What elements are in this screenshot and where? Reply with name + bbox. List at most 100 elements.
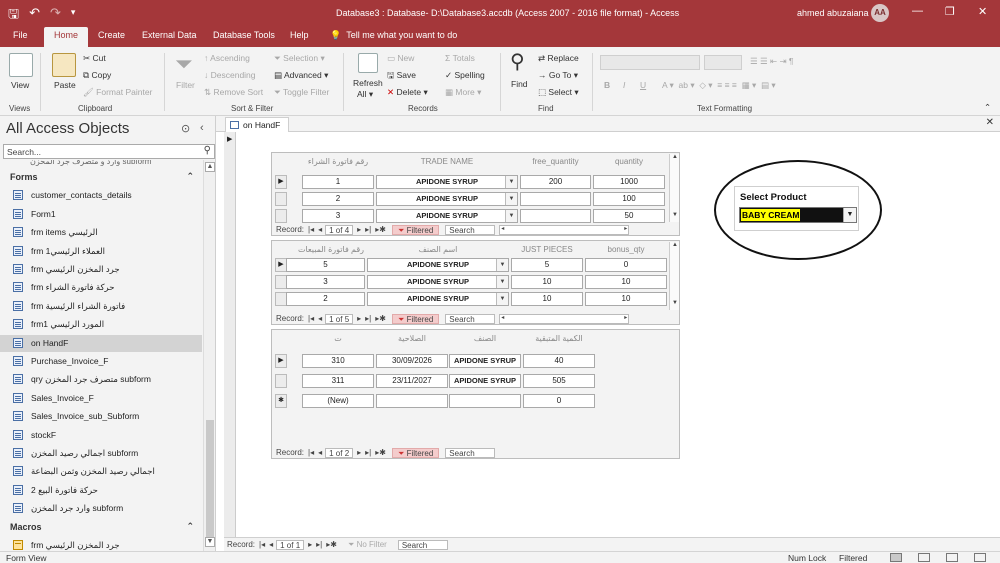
paste-button[interactable]: Paste bbox=[54, 80, 76, 90]
no-filter-toggle[interactable]: ⏷ No Filter bbox=[343, 540, 392, 550]
new-record-icon[interactable]: ▸✱ bbox=[375, 225, 386, 234]
nav-form-item[interactable]: customer_contacts_details bbox=[0, 187, 202, 204]
cut-button[interactable]: ✂ Cut bbox=[83, 53, 106, 64]
tell-me-box[interactable]: 💡 Tell me what you want to do bbox=[330, 30, 457, 41]
bold-button[interactable]: B bbox=[604, 80, 610, 90]
sf2-record-count[interactable]: 1 of 5 bbox=[325, 313, 354, 324]
chevron-down-icon[interactable]: ▼ bbox=[496, 293, 508, 305]
last-record-icon[interactable]: ▸| bbox=[365, 314, 371, 323]
sf3-filtered-toggle[interactable]: ⏷ Filtered bbox=[391, 447, 440, 458]
ascending-button[interactable]: ↑ Ascending bbox=[204, 53, 250, 63]
table-cell[interactable]: APIDONE SYRUP ▼ bbox=[376, 192, 518, 206]
underline-button[interactable]: U bbox=[640, 80, 646, 90]
new-record-button[interactable]: ▭ New bbox=[387, 53, 414, 64]
find-button[interactable]: Find bbox=[511, 79, 528, 89]
prev-record-icon[interactable]: ◂ bbox=[318, 225, 322, 234]
scroll-left-icon[interactable]: ◂ bbox=[501, 225, 504, 232]
search-icon[interactable]: ⚲ bbox=[204, 145, 211, 156]
prev-record-icon[interactable]: ◂ bbox=[318, 448, 322, 457]
table-cell[interactable]: 1 bbox=[302, 175, 374, 189]
scroll-up-icon[interactable]: ▲ bbox=[671, 242, 679, 248]
row-selector[interactable] bbox=[275, 209, 287, 223]
font-name-combo[interactable] bbox=[600, 55, 700, 70]
copy-button[interactable]: ⧉ Copy bbox=[83, 70, 111, 81]
chevron-up-icon[interactable]: ⌃ bbox=[186, 521, 194, 532]
table-cell[interactable]: APIDONE SYRUP bbox=[449, 374, 521, 388]
table-cell[interactable]: 23/11/2027 bbox=[376, 374, 448, 388]
descending-button[interactable]: ↓ Descending bbox=[204, 70, 256, 80]
refresh-icon[interactable] bbox=[358, 53, 378, 73]
refresh-button[interactable]: Refresh bbox=[353, 78, 383, 88]
scroll-down-icon[interactable]: ▼ bbox=[671, 212, 679, 218]
nav-clipped-item[interactable]: وارد و متصرف جرد المحزن subform bbox=[30, 160, 151, 166]
tab-database-tools[interactable]: Database Tools bbox=[213, 30, 275, 40]
minimize-button[interactable]: — bbox=[912, 5, 923, 17]
font-color-icons[interactable]: A ▾ ab ▾ ◇ ▾ ≡ ≡ ≡ ▦ ▾ ▤ ▾ bbox=[662, 80, 776, 91]
sf2-search-box[interactable]: Search bbox=[445, 313, 496, 324]
tab-file[interactable]: File bbox=[13, 30, 28, 40]
prev-record-icon[interactable]: ◂ bbox=[318, 314, 322, 323]
table-cell[interactable]: 1000 bbox=[593, 175, 665, 189]
table-cell[interactable]: APIDONE SYRUP ▼ bbox=[367, 292, 509, 306]
remove-sort-button[interactable]: ⇅ Remove Sort bbox=[204, 87, 263, 98]
chevron-down-icon[interactable]: ▼ bbox=[843, 208, 856, 222]
layout-view-icon[interactable] bbox=[946, 553, 958, 562]
nav-form-item[interactable]: اجمالي رصيد المخزن وثمن البضاعة bbox=[0, 463, 202, 480]
nav-search-input[interactable]: Search... ⚲ bbox=[3, 144, 215, 159]
table-cell[interactable]: APIDONE SYRUP ▼ bbox=[367, 275, 509, 289]
chevron-down-icon[interactable]: ▼ bbox=[505, 193, 517, 205]
scroll-down-icon[interactable]: ▼ bbox=[205, 537, 215, 547]
collapse-ribbon-icon[interactable]: ⌃ bbox=[984, 102, 991, 113]
scroll-down-icon[interactable]: ▼ bbox=[671, 300, 679, 306]
sf2-vscrollbar[interactable]: ▲ ▼ bbox=[669, 242, 679, 310]
nav-form-item[interactable]: حركة فاتورة البيع 2 bbox=[0, 482, 202, 499]
table-cell[interactable]: APIDONE SYRUP ▼ bbox=[367, 258, 509, 272]
new-row-cell[interactable] bbox=[449, 394, 521, 408]
scroll-right-icon[interactable]: ▸ bbox=[624, 225, 627, 232]
find-icon[interactable]: ⚲ bbox=[510, 49, 525, 74]
goto-button[interactable]: → Go To ▾ bbox=[538, 70, 578, 81]
first-record-icon[interactable]: |◂ bbox=[308, 448, 314, 457]
next-record-icon[interactable]: ▸ bbox=[357, 314, 361, 323]
table-cell[interactable]: 10 bbox=[511, 275, 583, 289]
nav-section-macros[interactable]: Macros ⌃ bbox=[0, 519, 202, 536]
delete-record-button[interactable]: ✕ Delete ▾ bbox=[387, 87, 428, 98]
last-record-icon[interactable]: ▸| bbox=[365, 225, 371, 234]
table-cell[interactable]: 40 bbox=[523, 354, 595, 368]
tab-help[interactable]: Help bbox=[290, 30, 309, 40]
sf3-record-count[interactable]: 1 of 2 bbox=[325, 447, 354, 458]
last-record-icon[interactable]: ▸| bbox=[316, 540, 322, 549]
spelling-button[interactable]: ✓ Spelling bbox=[445, 70, 485, 81]
save-record-button[interactable]: 🖫 Save bbox=[387, 70, 416, 84]
toggle-filter-button[interactable]: ⏷ Toggle Filter bbox=[274, 87, 329, 98]
tab-external-data[interactable]: External Data bbox=[142, 30, 197, 40]
first-record-icon[interactable]: |◂ bbox=[259, 540, 265, 549]
list-icons[interactable]: ☰ ☰ ⇤ ⇥ ¶ bbox=[750, 56, 794, 67]
close-document-button[interactable]: ✕ bbox=[986, 117, 994, 128]
nav-menu-icon[interactable]: ⊙ bbox=[181, 122, 190, 135]
new-row-cell[interactable] bbox=[376, 394, 448, 408]
nav-form-item[interactable]: Purchase_Invoice_F bbox=[0, 353, 202, 370]
select-product-combo[interactable]: BABY CREAM ▼ bbox=[739, 207, 857, 223]
sf1-search-box[interactable]: Search bbox=[445, 224, 496, 235]
row-selector[interactable] bbox=[275, 192, 287, 206]
scroll-up-icon[interactable]: ▲ bbox=[205, 162, 215, 172]
chevron-down-icon[interactable]: ▼ bbox=[505, 176, 517, 188]
save-icon[interactable]: 🖫 bbox=[8, 5, 19, 27]
new-row-cell[interactable]: (New) bbox=[302, 394, 374, 408]
table-cell[interactable]: 0 bbox=[585, 258, 667, 272]
more-button[interactable]: ▦ More ▾ bbox=[445, 87, 481, 98]
view-button[interactable]: View bbox=[11, 80, 29, 90]
nav-form-item[interactable]: frm items الرئيسي bbox=[0, 224, 202, 241]
table-cell[interactable]: 100 bbox=[593, 192, 665, 206]
nav-form-item[interactable]: اجمالي رصيد المخزن subform bbox=[0, 445, 202, 462]
nav-collapse-icon[interactable]: ‹ bbox=[200, 122, 204, 134]
select-button[interactable]: ⬚ Select ▾ bbox=[538, 87, 579, 98]
prev-record-icon[interactable]: ◂ bbox=[269, 540, 273, 549]
design-view-icon[interactable] bbox=[974, 553, 986, 562]
filter-button[interactable]: Filter bbox=[176, 80, 195, 90]
next-record-icon[interactable]: ▸ bbox=[357, 448, 361, 457]
italic-button[interactable]: I bbox=[623, 80, 625, 90]
new-record-icon[interactable]: ▸✱ bbox=[326, 540, 337, 549]
form-view-icon[interactable] bbox=[890, 553, 902, 562]
